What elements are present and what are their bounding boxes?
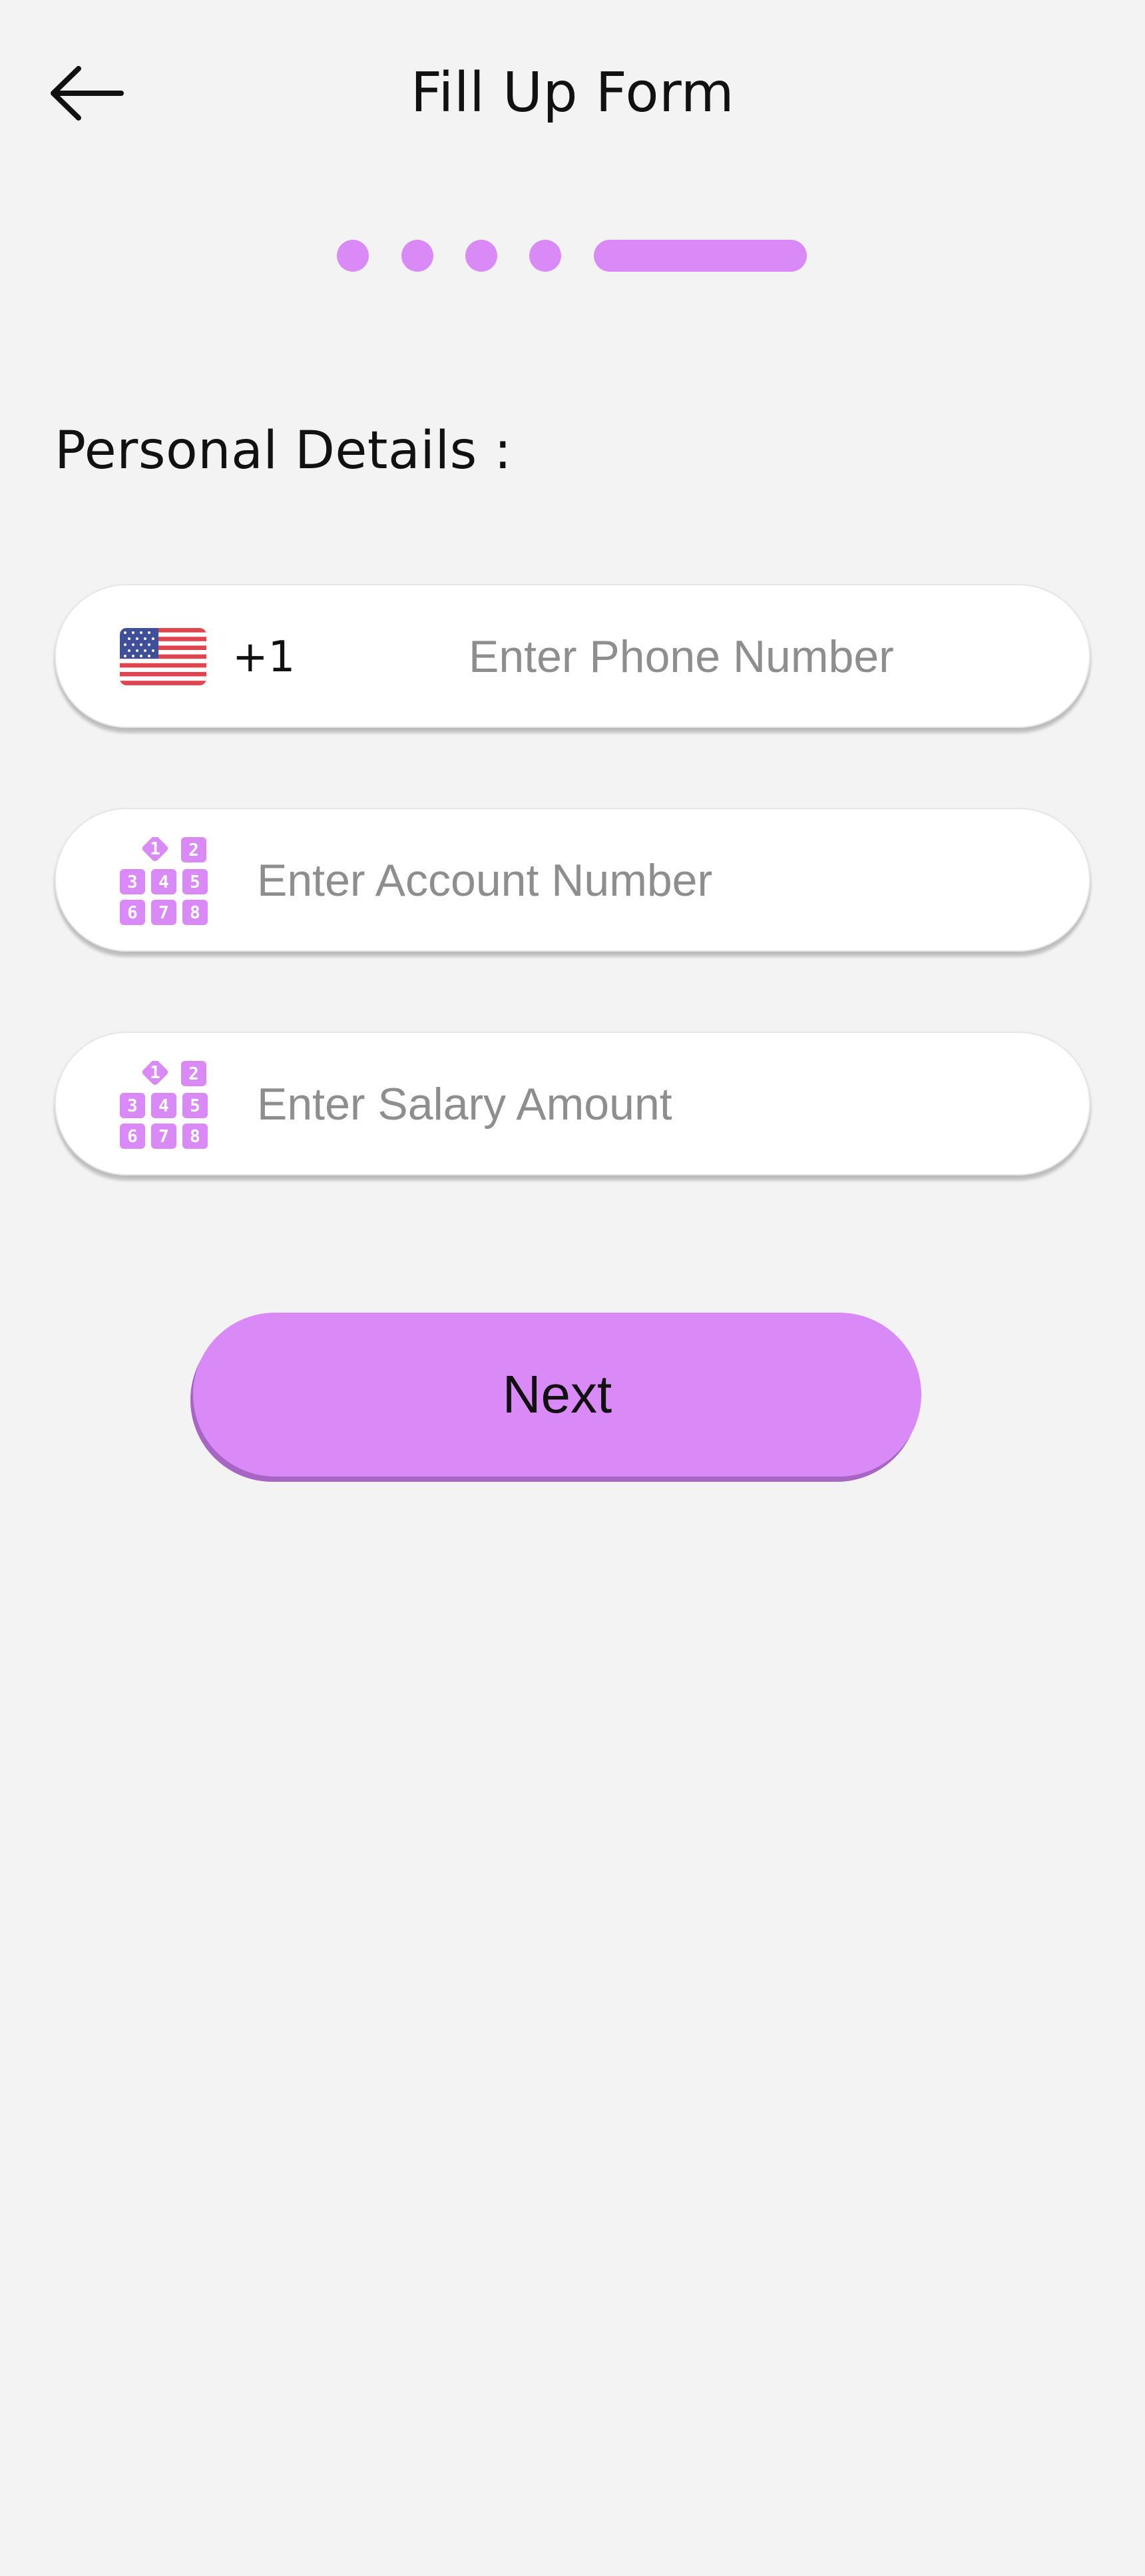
svg-text:2: 2 bbox=[188, 840, 199, 860]
progress-stepper bbox=[0, 236, 1145, 274]
us-flag-icon[interactable] bbox=[120, 628, 206, 685]
svg-text:3: 3 bbox=[127, 872, 138, 892]
svg-text:4: 4 bbox=[158, 872, 169, 892]
step-2-dot bbox=[401, 240, 433, 272]
salary-amount-field: 1 2 3 4 5 6 7 8 bbox=[55, 1032, 1090, 1175]
keypad-icon: 1 2 3 4 5 6 7 8 bbox=[120, 1061, 208, 1149]
section-title: Personal Details : bbox=[55, 421, 512, 481]
svg-text:1: 1 bbox=[150, 1063, 160, 1083]
step-1-dot bbox=[337, 240, 369, 272]
svg-text:7: 7 bbox=[158, 903, 169, 923]
step-3-dot bbox=[465, 240, 497, 272]
account-number-field: 1 2 3 4 5 6 7 8 bbox=[55, 808, 1090, 952]
step-5-active-bar bbox=[594, 240, 807, 272]
svg-text:6: 6 bbox=[127, 903, 138, 923]
salary-amount-input[interactable] bbox=[257, 1068, 1023, 1141]
step-4-dot bbox=[529, 240, 561, 272]
svg-text:5: 5 bbox=[190, 1096, 200, 1116]
svg-text:4: 4 bbox=[158, 1096, 169, 1116]
page-title: Fill Up Form bbox=[410, 61, 735, 125]
next-button[interactable]: Next bbox=[193, 1313, 921, 1476]
phone-field: +1 bbox=[55, 584, 1090, 728]
svg-text:3: 3 bbox=[127, 1096, 138, 1116]
svg-text:7: 7 bbox=[158, 1127, 169, 1147]
svg-text:8: 8 bbox=[190, 903, 200, 923]
keypad-icon: 1 2 3 4 5 6 7 8 bbox=[120, 837, 208, 925]
country-code[interactable]: +1 bbox=[232, 624, 295, 691]
svg-text:8: 8 bbox=[190, 1127, 200, 1147]
account-number-input[interactable] bbox=[257, 844, 1023, 917]
svg-text:6: 6 bbox=[127, 1127, 138, 1147]
svg-text:2: 2 bbox=[188, 1064, 199, 1084]
app-header: Fill Up Form bbox=[0, 0, 1145, 186]
svg-text:1: 1 bbox=[150, 839, 160, 859]
phone-input[interactable] bbox=[469, 620, 1041, 693]
svg-text:5: 5 bbox=[190, 872, 200, 892]
